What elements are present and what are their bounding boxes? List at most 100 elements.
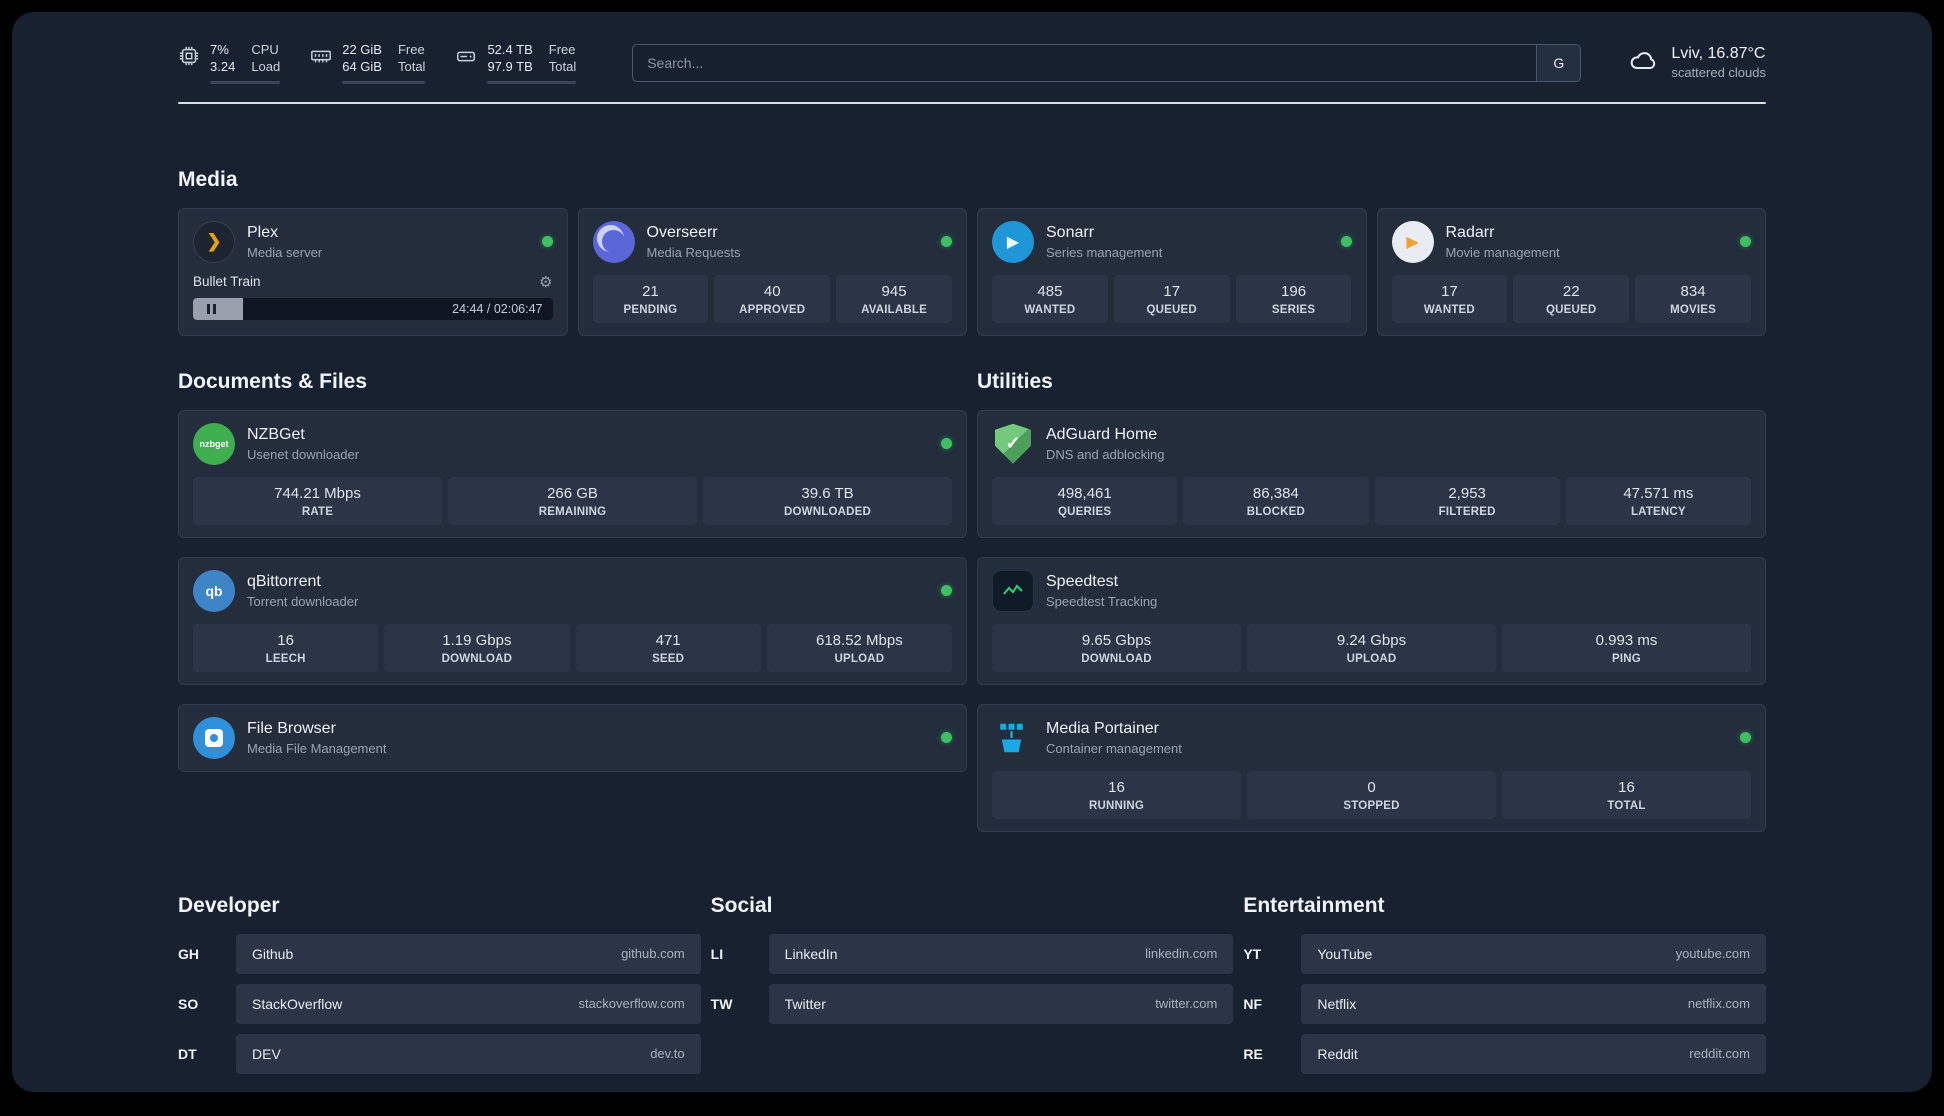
bookmark-link-youtube[interactable]: YouTube youtube.com — [1301, 933, 1766, 974]
stat: 498,461 QUERIES — [992, 476, 1178, 525]
bookmark-link-reddit[interactable]: Reddit reddit.com — [1301, 1033, 1766, 1074]
stat-label: QUERIES — [1058, 505, 1112, 518]
bookmark-row: NF Netflix netflix.com — [1243, 983, 1766, 1024]
gear-icon[interactable]: ⚙ — [539, 273, 552, 291]
sonarr-icon: ▶ — [992, 220, 1034, 263]
cpu-icon — [178, 45, 200, 72]
status-dot — [1740, 236, 1751, 248]
speedtest-icon — [992, 569, 1034, 612]
disk-free: 52.4 TB — [487, 42, 533, 57]
stat-label: PENDING — [623, 303, 678, 316]
search-bar: G — [632, 43, 1582, 82]
stat: 834 MOVIES — [1635, 274, 1751, 323]
ram-widget: 22 GiB Free 64 GiB Total — [310, 42, 426, 84]
overseerr-icon — [592, 220, 635, 263]
stat-label: BLOCKED — [1246, 505, 1305, 518]
app-subtitle: Speedtest Tracking — [1046, 593, 1158, 609]
section-title-documents: Documents & Files — [178, 369, 368, 393]
cloud-icon — [1627, 44, 1659, 81]
stat: 16 TOTAL — [1502, 770, 1751, 819]
app-subtitle: Media File Management — [247, 740, 387, 756]
stat-value: 0 — [1367, 778, 1376, 796]
section-title-utilities: Utilities — [977, 369, 1053, 393]
app-card-nzbget[interactable]: nzbget NZBGet Usenet downloader 744.21 M… — [178, 409, 967, 538]
app-card-plex[interactable]: ❯ Plex Media server Bullet Train ⚙ 24:44… — [178, 207, 568, 336]
stat-value: 266 GB — [547, 484, 598, 502]
stat: 17 WANTED — [1391, 274, 1508, 323]
status-dot — [1340, 236, 1352, 248]
bookmark-link-netflix[interactable]: Netflix netflix.com — [1301, 983, 1766, 1024]
ram-free: 22 GiB — [342, 42, 382, 57]
search-engine-button[interactable]: G — [1536, 44, 1581, 81]
stat-value: 9.65 Gbps — [1081, 631, 1152, 649]
app-card-sonarr[interactable]: ▶ Sonarr Series management 485 WANTED 17… — [977, 207, 1367, 336]
bookmark-url: reddit.com — [1689, 1046, 1750, 1062]
app-name: Plex — [247, 223, 279, 241]
cpu-percent: 7% — [210, 42, 229, 57]
app-subtitle: Container management — [1046, 740, 1182, 756]
stat-label: DOWNLOAD — [1081, 652, 1152, 665]
stat-value: 40 — [763, 282, 781, 300]
playback-progress-bar[interactable]: 24:44 / 02:06:47 — [193, 297, 553, 320]
pause-icon[interactable] — [207, 303, 216, 314]
stat: 16 RUNNING — [992, 770, 1241, 819]
plex-now-playing: Bullet Train ⚙ 24:44 / 02:06:47 — [193, 273, 553, 320]
app-card-speedtest[interactable]: Speedtest Speedtest Tracking 9.65 Gbps D… — [977, 556, 1766, 685]
bookmark-group-developer: Developer GH Github github.com SO StackO… — [178, 894, 701, 1074]
ram-progress-bar — [342, 80, 426, 84]
weather-location: Lviv, 16.87°C — [1671, 45, 1766, 63]
section-documents: Documents & Files nzbget NZBGet Usenet d… — [178, 370, 967, 832]
status-dot — [941, 236, 952, 248]
ram-icon — [310, 45, 332, 72]
bookmark-url: twitter.com — [1155, 996, 1218, 1012]
bookmark-link-stackoverflow[interactable]: StackOverflow stackoverflow.com — [236, 983, 701, 1024]
stat-label: RATE — [301, 505, 334, 518]
app-card-qbittorrent[interactable]: qb qBittorrent Torrent downloader 16 LEE… — [178, 556, 967, 685]
stat: 485 WANTED — [992, 274, 1108, 323]
bookmark-row: TW Twitter twitter.com — [711, 983, 1234, 1024]
stat: 9.24 Gbps UPLOAD — [1247, 623, 1496, 672]
bookmark-name: YouTube — [1317, 945, 1373, 962]
weather-condition: scattered clouds — [1671, 65, 1766, 81]
stat-label: MOVIES — [1670, 303, 1717, 316]
ram-total: 64 GiB — [342, 58, 382, 74]
weather-widget[interactable]: Lviv, 16.87°C scattered clouds — [1627, 44, 1766, 81]
stat-label: QUEUED — [1146, 303, 1197, 316]
bookmark-name: Netflix — [1317, 995, 1357, 1012]
filebrowser-icon — [193, 716, 235, 759]
app-subtitle: Usenet downloader — [247, 446, 360, 462]
app-card-radarr[interactable]: ▶ Radarr Movie management 17 WANTED 22 Q… — [1376, 207, 1766, 336]
bookmark-link-twitter[interactable]: Twitter twitter.com — [768, 983, 1234, 1024]
bookmark-link-dev[interactable]: DEV dev.to — [236, 1033, 701, 1074]
radarr-icon: ▶ — [1391, 220, 1434, 263]
search-input[interactable] — [633, 54, 1537, 71]
stat-label: TOTAL — [1607, 799, 1646, 812]
media-grid: ❯ Plex Media server Bullet Train ⚙ 24:44… — [178, 207, 1766, 336]
bookmark-row: SO StackOverflow stackoverflow.com — [178, 983, 701, 1024]
section-title-media: Media — [178, 167, 238, 191]
bookmark-abbr: YT — [1243, 945, 1262, 962]
playback-progress-fill — [193, 297, 244, 320]
app-card-portainer[interactable]: Media Portainer Container management 16 … — [977, 703, 1766, 832]
bookmark-link-linkedin[interactable]: LinkedIn linkedin.com — [768, 933, 1234, 974]
app-subtitle: Media Requests — [646, 244, 741, 260]
stat-value: 16 — [277, 631, 294, 649]
bookmark-row: LI LinkedIn linkedin.com — [711, 933, 1234, 974]
cpu-load-label: Load — [251, 58, 281, 74]
app-card-filebrowser[interactable]: File Browser Media File Management — [178, 703, 967, 772]
app-card-overseerr[interactable]: Overseerr Media Requests 21 PENDING 40 A… — [577, 207, 967, 336]
plex-icon: ❯ — [193, 220, 235, 263]
app-card-adguard[interactable]: ✓ AdGuard Home DNS and adblocking 498,46… — [977, 409, 1766, 538]
stat: 9.65 Gbps DOWNLOAD — [992, 623, 1241, 672]
status-dot — [1740, 732, 1751, 744]
now-playing-title: Bullet Train — [193, 274, 261, 290]
bookmark-link-github[interactable]: Github github.com — [236, 933, 701, 974]
app-name: Speedtest — [1046, 572, 1119, 590]
stat: 0 STOPPED — [1247, 770, 1496, 819]
bookmark-name: Reddit — [1317, 1045, 1358, 1062]
stat-value: 17 — [1163, 282, 1181, 300]
ram-free-label: Free — [397, 42, 425, 57]
adguard-icon: ✓ — [992, 423, 1034, 465]
stat-value: 16 — [1618, 778, 1635, 796]
app-subtitle: Series management — [1046, 244, 1163, 260]
